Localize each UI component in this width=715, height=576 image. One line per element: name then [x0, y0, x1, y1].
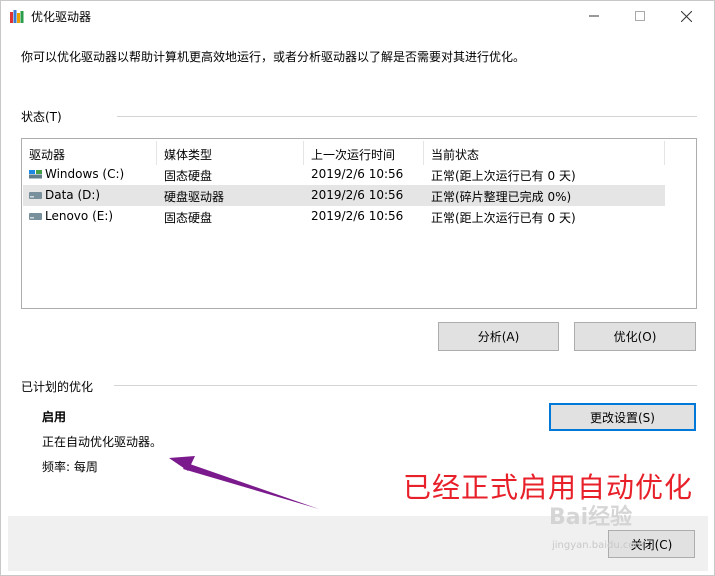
optimize-drives-window: 优化驱动器 你可以优化驱动器以帮助计算机更高效地运行，或者分析驱动器以了解是否需… [0, 0, 715, 576]
annotation-text: 已经正式启用自动优化 [403, 471, 694, 504]
watermark-logo: Bai经验 [549, 505, 633, 530]
watermark-url: jingyan.baidu.com [552, 540, 645, 551]
